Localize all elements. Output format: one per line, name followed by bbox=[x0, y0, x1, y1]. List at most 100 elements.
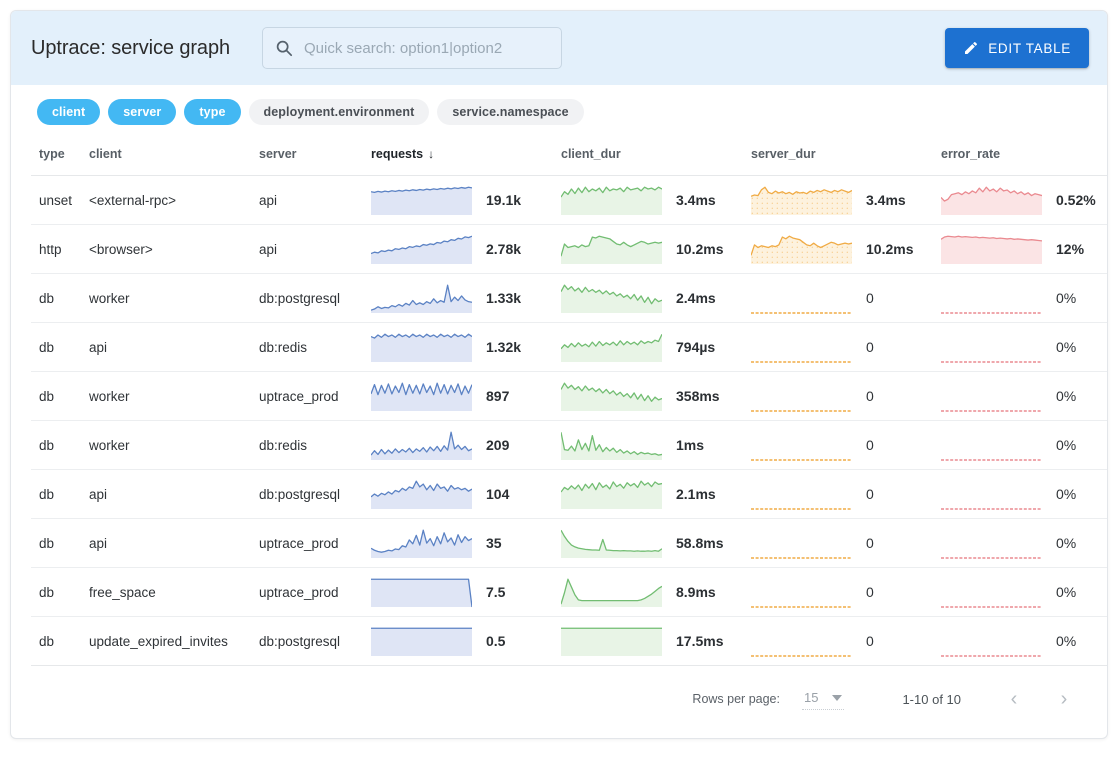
metric-cell-client-dur: 1ms bbox=[561, 427, 751, 463]
pencil-icon bbox=[963, 40, 979, 56]
metric-cell-error-rate: 0% bbox=[941, 525, 1108, 561]
sparkline-error-rate bbox=[941, 329, 1042, 365]
column-header-requests-label: requests bbox=[371, 147, 423, 161]
cell-server: db:redis bbox=[259, 421, 371, 470]
cell-type: db bbox=[31, 274, 89, 323]
metric-cell-error-rate: 0% bbox=[941, 623, 1108, 659]
previous-page-button[interactable]: ‹ bbox=[997, 682, 1031, 716]
metric-cell-requests: 1.32k bbox=[371, 329, 561, 365]
page-title: Uptrace: service graph bbox=[31, 37, 230, 60]
metric-value-client-dur: 1ms bbox=[676, 437, 704, 453]
cell-type: unset bbox=[31, 176, 89, 225]
chip-deployment-environment[interactable]: deployment.environment bbox=[249, 99, 430, 125]
cell-requests: 209 bbox=[371, 421, 561, 470]
metric-value-server-dur: 10.2ms bbox=[866, 241, 913, 257]
metric-cell-client-dur: 2.1ms bbox=[561, 476, 751, 512]
cell-server: uptrace_prod bbox=[259, 372, 371, 421]
table-row[interactable]: dbworkeruptrace_prod897358ms00% bbox=[31, 372, 1108, 421]
cell-error-rate: 0% bbox=[941, 421, 1108, 470]
cell-client-dur: 2.1ms bbox=[561, 470, 751, 519]
metric-value-error-rate: 0% bbox=[1056, 633, 1076, 649]
cell-client-dur: 2.4ms bbox=[561, 274, 751, 323]
cell-requests: 35 bbox=[371, 519, 561, 568]
cell-client-dur: 8.9ms bbox=[561, 568, 751, 617]
metric-value-server-dur: 0 bbox=[866, 339, 874, 355]
sparkline-requests bbox=[371, 574, 472, 610]
rows-per-page-select[interactable]: 15 bbox=[802, 688, 844, 710]
sparkline-error-rate bbox=[941, 182, 1042, 218]
chip-client[interactable]: client bbox=[37, 99, 100, 125]
cell-requests: 7.5 bbox=[371, 568, 561, 617]
sparkline-client-dur bbox=[561, 476, 662, 512]
edit-table-label: EDIT TABLE bbox=[988, 41, 1071, 56]
column-header-client-dur[interactable]: client_dur bbox=[561, 141, 751, 176]
metric-cell-server-dur: 0 bbox=[751, 623, 941, 659]
column-header-server[interactable]: server bbox=[259, 141, 371, 176]
table-row[interactable]: dbfree_spaceuptrace_prod7.58.9ms00% bbox=[31, 568, 1108, 617]
chip-server[interactable]: server bbox=[108, 99, 176, 125]
cell-client: worker bbox=[89, 274, 259, 323]
cell-server: db:postgresql bbox=[259, 617, 371, 666]
table-row[interactable]: dbapidb:postgresql1042.1ms00% bbox=[31, 470, 1108, 519]
cell-type: db bbox=[31, 421, 89, 470]
sparkline-requests bbox=[371, 329, 472, 365]
search-icon bbox=[275, 39, 293, 57]
chip-type[interactable]: type bbox=[184, 99, 240, 125]
metric-cell-requests: 897 bbox=[371, 378, 561, 414]
column-header-type[interactable]: type bbox=[31, 141, 89, 176]
cell-type: db bbox=[31, 617, 89, 666]
search-input[interactable] bbox=[302, 39, 549, 58]
table-row[interactable]: unset<external-rpc>api19.1k3.4ms3.4ms0.5… bbox=[31, 176, 1108, 225]
column-header-requests[interactable]: requests↓ bbox=[371, 141, 561, 176]
cell-client-dur: 358ms bbox=[561, 372, 751, 421]
cell-server-dur: 0 bbox=[751, 372, 941, 421]
metric-value-error-rate: 12% bbox=[1056, 241, 1084, 257]
cell-error-rate: 0% bbox=[941, 274, 1108, 323]
sparkline-error-rate bbox=[941, 378, 1042, 414]
table-row[interactable]: http<browser>api2.78k10.2ms10.2ms12% bbox=[31, 225, 1108, 274]
table-row[interactable]: dbupdate_expired_invitesdb:postgresql0.5… bbox=[31, 617, 1108, 666]
cell-error-rate: 0% bbox=[941, 470, 1108, 519]
screen-root: Uptrace: service graph EDIT TABLE bbox=[0, 0, 1120, 757]
metric-cell-requests: 35 bbox=[371, 525, 561, 561]
metric-cell-server-dur: 0 bbox=[751, 476, 941, 512]
metric-cell-client-dur: 10.2ms bbox=[561, 231, 751, 267]
sparkline-server-dur bbox=[751, 231, 852, 267]
metric-value-client-dur: 794µs bbox=[676, 339, 715, 355]
sparkline-client-dur bbox=[561, 623, 662, 659]
sparkline-error-rate bbox=[941, 427, 1042, 463]
chip-service-namespace[interactable]: service.namespace bbox=[437, 99, 583, 125]
sparkline-server-dur bbox=[751, 427, 852, 463]
table-row[interactable]: dbworkerdb:postgresql1.33k2.4ms00% bbox=[31, 274, 1108, 323]
table-row[interactable]: dbapiuptrace_prod3558.8ms00% bbox=[31, 519, 1108, 568]
table-row[interactable]: dbapidb:redis1.32k794µs00% bbox=[31, 323, 1108, 372]
cell-client-dur: 17.5ms bbox=[561, 617, 751, 666]
metric-value-error-rate: 0% bbox=[1056, 388, 1076, 404]
metric-value-error-rate: 0% bbox=[1056, 290, 1076, 306]
sparkline-server-dur bbox=[751, 623, 852, 659]
metric-value-error-rate: 0% bbox=[1056, 584, 1076, 600]
metric-cell-requests: 7.5 bbox=[371, 574, 561, 610]
table-row[interactable]: dbworkerdb:redis2091ms00% bbox=[31, 421, 1108, 470]
edit-table-button[interactable]: EDIT TABLE bbox=[945, 28, 1089, 68]
column-header-error-rate[interactable]: error_rate bbox=[941, 141, 1108, 176]
metric-cell-server-dur: 0 bbox=[751, 280, 941, 316]
metric-value-server-dur: 0 bbox=[866, 584, 874, 600]
cell-requests: 1.33k bbox=[371, 274, 561, 323]
cell-server: uptrace_prod bbox=[259, 519, 371, 568]
metric-value-server-dur: 3.4ms bbox=[866, 192, 906, 208]
sparkline-error-rate bbox=[941, 623, 1042, 659]
quick-search-box[interactable] bbox=[262, 27, 562, 69]
cell-error-rate: 0% bbox=[941, 568, 1108, 617]
metric-value-requests: 35 bbox=[486, 535, 502, 551]
column-header-client[interactable]: client bbox=[89, 141, 259, 176]
metric-cell-requests: 0.5 bbox=[371, 623, 561, 659]
cell-requests: 1.32k bbox=[371, 323, 561, 372]
metric-value-server-dur: 0 bbox=[866, 388, 874, 404]
column-header-server-dur[interactable]: server_dur bbox=[751, 141, 941, 176]
metric-value-requests: 19.1k bbox=[486, 192, 521, 208]
metric-cell-error-rate: 0% bbox=[941, 427, 1108, 463]
cell-error-rate: 0.52% bbox=[941, 176, 1108, 225]
cell-server-dur: 0 bbox=[751, 568, 941, 617]
next-page-button[interactable]: › bbox=[1047, 682, 1081, 716]
